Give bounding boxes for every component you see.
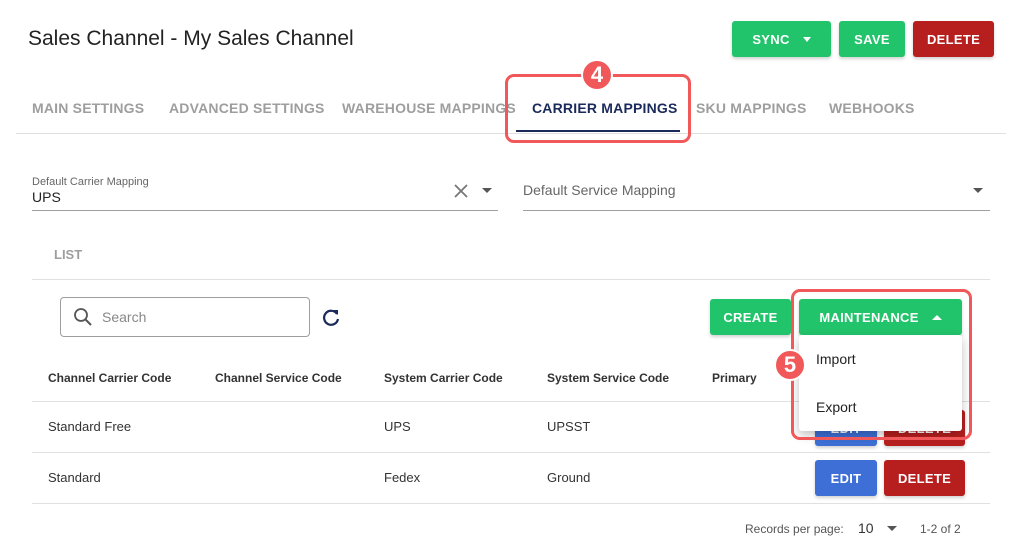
cell-system-service: UPSST [547,419,591,434]
records-per-page-select[interactable]: 10 [858,520,874,536]
pagination-range: 1-2 of 2 [920,522,961,536]
column-header: Channel Service Code [215,371,342,385]
column-header: Channel Carrier Code [48,371,172,385]
search-placeholder: Search [102,309,147,325]
cell-system-carrier: UPS [384,419,411,434]
save-button[interactable]: SAVE [839,21,905,57]
create-button[interactable]: CREATE [710,299,791,335]
chevron-down-icon[interactable] [887,526,897,531]
default-service-underline [523,210,990,211]
chevron-down-icon [802,36,811,42]
close-icon[interactable] [452,182,470,200]
chevron-down-icon[interactable] [482,188,492,193]
records-per-page-label: Records per page: [745,522,844,536]
table-divider [32,452,990,453]
edit-button[interactable]: EDIT [815,460,877,496]
column-header: System Carrier Code [384,371,503,385]
cell-system-carrier: Fedex [384,470,421,485]
step-badge-4: 4 [581,59,613,91]
column-header: System Service Code [547,371,670,385]
tab-warehouse-mappings[interactable]: WAREHOUSE MAPPINGS [342,100,516,116]
row-delete-button[interactable]: DELETE [884,460,965,496]
cell-channel-carrier: Standard Free [48,419,132,434]
step-badge-5: 5 [774,349,806,381]
table-divider [32,503,990,504]
chevron-down-icon[interactable] [973,188,983,193]
default-carrier-label: Default Carrier Mapping [32,176,149,188]
sync-label: SYNC [752,31,790,47]
sync-button[interactable]: SYNC [732,21,831,57]
list-tab[interactable]: LIST [54,247,82,262]
default-service-field[interactable]: Default Service Mapping [523,182,676,198]
highlight-box-maintenance [791,289,972,440]
default-carrier-value[interactable]: UPS [32,189,61,205]
tab-webhooks[interactable]: WEBHOOKS [829,100,915,116]
search-icon [74,308,92,326]
cell-channel-carrier: Standard [48,470,101,485]
search-input[interactable] [60,297,310,337]
default-carrier-underline [32,210,498,211]
refresh-icon[interactable] [320,307,342,329]
cell-system-service: Ground [547,470,591,485]
list-divider [32,279,990,280]
delete-button[interactable]: DELETE [913,21,994,57]
column-header: Primary [712,371,757,385]
tab-main-settings[interactable]: MAIN SETTINGS [32,100,144,116]
page-title: Sales Channel - My Sales Channel [28,27,354,50]
tab-advanced-settings[interactable]: ADVANCED SETTINGS [169,100,325,116]
tab-sku-mappings[interactable]: SKU MAPPINGS [696,100,807,116]
